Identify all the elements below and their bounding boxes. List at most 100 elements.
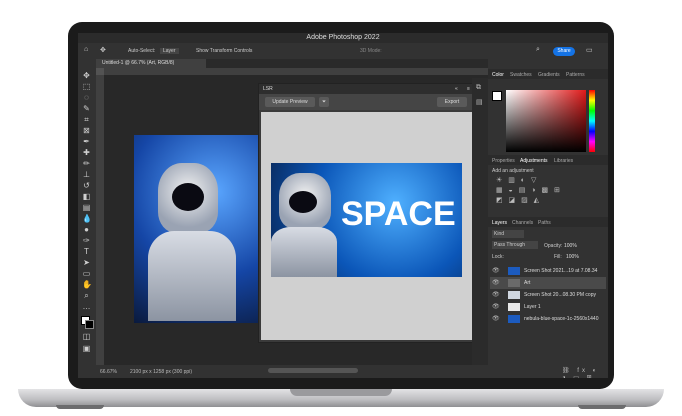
layer-name: Art — [524, 280, 531, 286]
visibility-eye-icon[interactable]: 👁 — [492, 265, 500, 277]
pen-tool-icon[interactable]: ✑ — [82, 236, 91, 245]
laptop-notch — [290, 389, 392, 396]
panel-menu-icon[interactable]: ≡ — [467, 84, 470, 94]
frame-tool-icon[interactable]: ⊠ — [82, 126, 91, 135]
layer-actions-bar[interactable]: ⛓ fx ◐ ◑ ▭ ⊞ 🗑 — [562, 367, 608, 378]
tools-panel: ✥ ⬚ ◌ ✎ ⌗ ⊠ ✒ ✚ ✏ ⊥ ↺ ◧ ▤ 💧 ● ✑ T ➤ ▭ ✋ … — [78, 59, 96, 378]
hue-slider[interactable] — [589, 90, 595, 152]
tab-color[interactable]: Color — [492, 72, 504, 78]
tab-paths[interactable]: Paths — [538, 220, 551, 226]
more-tools-icon[interactable]: … — [82, 302, 91, 311]
laptop-foot — [56, 405, 104, 409]
tab-channels[interactable]: Channels — [512, 220, 533, 226]
visibility-eye-icon[interactable]: 👁 — [492, 313, 500, 325]
tab-layers[interactable]: Layers — [492, 220, 507, 226]
marquee-tool-icon[interactable]: ⬚ — [82, 82, 91, 91]
tab-patterns[interactable]: Patterns — [566, 72, 585, 78]
layers-panel-tabs: Layers Channels Paths — [488, 217, 608, 227]
crop-tool-icon[interactable]: ⌗ — [82, 115, 91, 124]
move-tool-icon[interactable]: ✥ — [82, 71, 91, 80]
horizontal-scrollbar[interactable] — [268, 368, 358, 373]
document-canvas[interactable] — [134, 135, 268, 323]
tab-swatches[interactable]: Swatches — [510, 72, 532, 78]
shape-tool-icon[interactable]: ▭ — [82, 269, 91, 278]
transform-controls-checkbox[interactable]: Show Transform Controls — [196, 48, 252, 54]
vertical-ruler — [96, 75, 104, 365]
3d-mode-label: 3D Mode: — [360, 48, 382, 54]
blend-mode-dropdown[interactable]: Pass Through — [492, 241, 538, 249]
history-icon[interactable]: ⧉ — [476, 84, 481, 92]
hand-tool-icon[interactable]: ✋ — [82, 280, 92, 289]
layer-name: Screen Shot 20...08.30 PM copy — [524, 292, 596, 298]
lasso-tool-icon[interactable]: ◌ — [82, 93, 91, 102]
properties-icon[interactable]: ▤ — [476, 98, 483, 106]
type-tool-icon[interactable]: T — [82, 247, 91, 256]
layer-row[interactable]: 👁 nebula-blue-space-1c-2560x1440 — [490, 313, 606, 325]
color-panel-tabs: Color Swatches Gradients Patterns — [488, 69, 608, 79]
quick-mask-icon[interactable]: ◫ — [82, 332, 91, 341]
horizontal-ruler — [104, 68, 488, 75]
lsr-title: LSR — [263, 86, 273, 92]
layer-row[interactable]: 👁 Screen Shot 20...08.30 PM copy — [490, 289, 606, 301]
export-button[interactable]: Export — [437, 97, 467, 107]
photoshop-window: Adobe Photoshop 2022 ⌂ ✥ Auto-Select: La… — [78, 33, 608, 378]
filter-icon[interactable]: ⏷ — [319, 97, 329, 107]
lsr-panel-header: LSR « ≡ — [259, 84, 479, 94]
stamp-tool-icon[interactable]: ⊥ — [82, 170, 91, 179]
helmet-visor — [289, 191, 317, 213]
layers-list: 👁Screen Shot 2021...19 at 7.08.34 PM 👁 Ar… — [488, 265, 608, 327]
gradient-tool-icon[interactable]: ▤ — [82, 203, 91, 212]
quick-select-tool-icon[interactable]: ✎ — [82, 104, 91, 113]
document-dimensions: 2100 px x 1258 px (300 ppi) — [130, 369, 192, 375]
eraser-tool-icon[interactable]: ◧ — [82, 192, 91, 201]
collapsed-panel-dock: ⧉ ▤ — [472, 78, 488, 365]
blur-tool-icon[interactable]: 💧 — [82, 214, 92, 223]
share-button[interactable]: Share — [553, 47, 575, 56]
layer-name: nebula-blue-space-1c-2560x1440 — [524, 316, 599, 322]
auto-select-checkbox[interactable]: Auto-Select: — [128, 48, 155, 54]
laptop-foot — [578, 405, 626, 409]
tab-gradients[interactable]: Gradients — [538, 72, 560, 78]
tab-libraries[interactable]: Libraries — [554, 158, 573, 164]
layer-row[interactable]: 👁Screen Shot 2021...19 at 7.08.34 PM — [490, 265, 606, 286]
tab-adjustments[interactable]: Adjustments — [520, 158, 548, 164]
move-tool-icon[interactable]: ✥ — [100, 46, 106, 54]
visibility-eye-icon[interactable]: 👁 — [492, 277, 500, 289]
brush-tool-icon[interactable]: ✏ — [82, 159, 91, 168]
adjustment-icons-row[interactable]: ▦ ◒ ▤ ◑ ▩ ⊞ — [496, 186, 562, 194]
workspace-icon[interactable]: ▭ — [586, 46, 593, 54]
helmet-visor — [172, 183, 204, 211]
adjustment-icons-row[interactable]: ☀ ▥ ◐ ▽ — [496, 176, 538, 184]
adjustment-icons-row[interactable]: ◩ ◪ ▨ ◭ — [496, 196, 541, 204]
fill-input[interactable]: 100% — [566, 254, 579, 260]
layer-row[interactable]: 👁 Art — [490, 277, 606, 289]
document-tab[interactable]: Untitled-1 @ 66.7% (Art, RGB/8) — [96, 59, 206, 68]
visibility-eye-icon[interactable]: 👁 — [492, 289, 500, 301]
layer-thumbnail — [508, 267, 520, 275]
home-icon[interactable]: ⌂ — [84, 46, 88, 53]
auto-select-dropdown[interactable]: Layer — [160, 48, 179, 54]
update-preview-button[interactable]: Update Preview — [265, 97, 315, 107]
document-tabs: Untitled-1 @ 66.7% (Art, RGB/8) — [96, 59, 488, 68]
screen-mode-icon[interactable]: ▣ — [82, 344, 91, 353]
path-select-icon[interactable]: ➤ — [82, 258, 91, 267]
search-icon[interactable]: ⌕ — [536, 46, 540, 54]
zoom-level[interactable]: 66.67% — [100, 369, 117, 375]
fill-label: Fill: — [554, 254, 562, 260]
eyedropper-tool-icon[interactable]: ✒ — [82, 137, 91, 146]
lsr-preview-area: SPACE — [261, 112, 477, 340]
layer-filter-dropdown[interactable]: Kind — [492, 230, 524, 238]
fg-color-chip[interactable] — [492, 91, 502, 101]
color-picker-field[interactable] — [506, 90, 586, 152]
collapse-icon[interactable]: « — [455, 84, 458, 94]
healing-tool-icon[interactable]: ✚ — [82, 148, 91, 157]
adjustments-panel-tabs: Properties Adjustments Libraries — [488, 155, 608, 165]
layer-row[interactable]: 👁 Layer 1 — [490, 301, 606, 313]
opacity-input[interactable]: 100% — [564, 243, 577, 249]
dodge-tool-icon[interactable]: ● — [82, 225, 91, 234]
tab-properties[interactable]: Properties — [492, 158, 515, 164]
background-color-swatch[interactable] — [85, 320, 94, 329]
history-brush-icon[interactable]: ↺ — [82, 181, 91, 190]
visibility-eye-icon[interactable]: 👁 — [492, 301, 500, 313]
zoom-tool-icon[interactable]: ⌕ — [82, 291, 91, 300]
